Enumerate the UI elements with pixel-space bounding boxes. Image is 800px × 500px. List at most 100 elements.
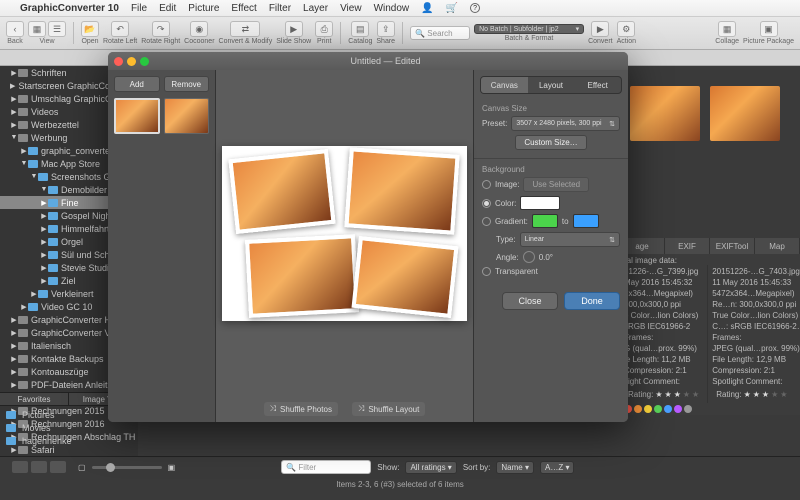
convert-button[interactable]: ▶ (591, 21, 609, 37)
action-button[interactable]: ⚙ (617, 21, 635, 37)
browser-thumb[interactable] (630, 86, 700, 141)
view-btn-1[interactable]: ▦ (28, 21, 46, 37)
view-btn-2[interactable]: ☰ (48, 21, 66, 37)
favorite-item[interactable]: Movies (6, 421, 132, 434)
cart-icon[interactable]: 🛒 (446, 3, 458, 14)
share-button[interactable]: ⇪ (377, 21, 395, 37)
info-compression: Compression: 2:1 (712, 366, 800, 377)
custom-size-button[interactable]: Custom Size… (515, 135, 586, 150)
info-res: Re…n: 300,0x300,0 ppi (712, 300, 800, 311)
status-text: Items 2-3, 6 (#3) selected of 6 items (0, 477, 800, 492)
tab-layout[interactable]: Layout (528, 77, 575, 93)
info-filename: 51226-…G_7399.jpg (624, 267, 703, 278)
cocooner-button[interactable]: ◉ (190, 21, 208, 37)
macos-menubar: GraphicConverter 10 File Edit Picture Ef… (0, 0, 800, 17)
back-button[interactable]: ‹ (6, 21, 24, 37)
source-thumb[interactable] (164, 98, 209, 134)
rotate-right-button[interactable]: ↷ (152, 21, 170, 37)
slideshow-button[interactable]: ▶ (285, 21, 303, 37)
zoom-window-button[interactable] (140, 57, 149, 66)
view-mode-btn[interactable] (50, 461, 66, 473)
info-spotlight: Spotlight Comment: (712, 377, 800, 388)
dialog-close-button[interactable]: Close (502, 292, 558, 310)
collage-photo[interactable] (344, 147, 459, 234)
color-labels[interactable] (620, 403, 800, 415)
show-select[interactable]: All ratings ▾ (405, 461, 456, 474)
menu-layer[interactable]: Layer (303, 3, 328, 14)
close-window-button[interactable] (114, 57, 123, 66)
menu-view[interactable]: View (340, 3, 362, 14)
info-tab-map[interactable]: Map (755, 238, 800, 254)
shuffle-photos-button[interactable]: ⤨Shuffle Photos (264, 402, 338, 416)
color-label-dot[interactable] (654, 405, 662, 413)
collage-button[interactable]: ▦ (718, 21, 736, 37)
menu-picture[interactable]: Picture (188, 3, 219, 14)
bg-image-radio[interactable] (482, 180, 491, 189)
collage-photo[interactable] (245, 234, 359, 318)
color-label-dot[interactable] (644, 405, 652, 413)
sort-select[interactable]: Name ▾ (496, 461, 534, 474)
open-button[interactable]: 📂 (81, 21, 99, 37)
batch-format-select[interactable]: No Batch | Subfolder | jp2▾ (474, 24, 584, 34)
menu-filter[interactable]: Filter (269, 3, 291, 14)
view-mode-btn[interactable] (31, 461, 47, 473)
menu-window[interactable]: Window (374, 3, 410, 14)
minimize-window-button[interactable] (127, 57, 136, 66)
collage-canvas[interactable] (222, 146, 467, 321)
person-icon[interactable]: 👤 (421, 3, 433, 14)
color-label-dot[interactable] (664, 405, 672, 413)
info-compression: Compression: 2:1 (624, 366, 703, 377)
color-label-dot[interactable] (674, 405, 682, 413)
browser-thumb[interactable] (710, 86, 780, 141)
main-toolbar: ‹Back ▦☰View 📂Open ↶Rotate Left ↷Rotate … (0, 17, 800, 50)
print-button[interactable]: ⎙ (315, 21, 333, 37)
add-button[interactable]: Add (114, 76, 160, 92)
bg-gradient-radio[interactable] (482, 217, 491, 226)
view-mode-btn[interactable] (12, 461, 28, 473)
filter-input[interactable]: 🔍 Filter (281, 460, 371, 474)
info-date: 11 May 2016 15:45:33 (712, 278, 800, 289)
catalog-button[interactable]: ▤ (351, 21, 369, 37)
dialog-done-button[interactable]: Done (564, 292, 620, 310)
toolbar-search-input[interactable]: 🔍 Search (410, 26, 470, 40)
collage-photo[interactable] (352, 235, 459, 317)
info-profile: sRGB IEC61966-2 (624, 322, 703, 333)
collage-photo[interactable] (228, 148, 335, 233)
rotate-left-button[interactable]: ↶ (111, 21, 129, 37)
tab-effect[interactable]: Effect (574, 77, 621, 93)
info-tab-exiftool[interactable]: EXIFTool (710, 238, 755, 254)
menu-edit[interactable]: Edit (159, 3, 176, 14)
gradient-type-select[interactable]: Linear⇅ (520, 232, 620, 247)
info-header: ral image data: (620, 254, 800, 265)
picture-package-button[interactable]: ▣ (760, 21, 778, 37)
info-frames: Frames: (712, 333, 800, 344)
gradient-to-swatch[interactable] (573, 214, 599, 228)
info-tab-exif[interactable]: EXIF (665, 238, 710, 254)
tab-canvas[interactable]: Canvas (481, 77, 528, 93)
app-name[interactable]: GraphicConverter 10 (20, 3, 119, 14)
info-date: May 2016 15:45:32 (624, 278, 703, 289)
preset-select[interactable]: 3507 x 2480 pixels, 300 ppi⇅ (511, 116, 620, 131)
info-size: le Length: 11,2 MB (624, 355, 703, 366)
bg-transparent-radio[interactable] (482, 267, 491, 276)
shuffle-layout-button[interactable]: ⤨Shuffle Layout (352, 402, 425, 416)
color-label-dot[interactable] (684, 405, 692, 413)
remove-button[interactable]: Remove (164, 76, 210, 92)
thumb-size-slider[interactable] (92, 466, 162, 469)
menu-file[interactable]: File (131, 3, 147, 14)
favorites-tab[interactable]: Favorites (0, 393, 69, 405)
source-thumb[interactable] (114, 98, 160, 134)
convert-modify-button[interactable]: ⇄ (230, 21, 260, 37)
bg-color-radio[interactable] (482, 199, 491, 208)
favorite-item[interactable]: hagenhenke (6, 434, 132, 447)
color-swatch[interactable] (520, 196, 560, 210)
zoom-out-icon[interactable]: ▢ (78, 463, 86, 472)
sort-dir-select[interactable]: A…Z ▾ (540, 461, 574, 474)
help-icon[interactable]: ? (470, 3, 480, 13)
gradient-from-swatch[interactable] (532, 214, 558, 228)
color-label-dot[interactable] (634, 405, 642, 413)
angle-dial[interactable] (523, 251, 535, 263)
menu-effect[interactable]: Effect (231, 3, 256, 14)
zoom-in-icon[interactable]: ▣ (168, 463, 176, 472)
collage-dialog: Untitled — Edited Add Remove (108, 52, 628, 422)
